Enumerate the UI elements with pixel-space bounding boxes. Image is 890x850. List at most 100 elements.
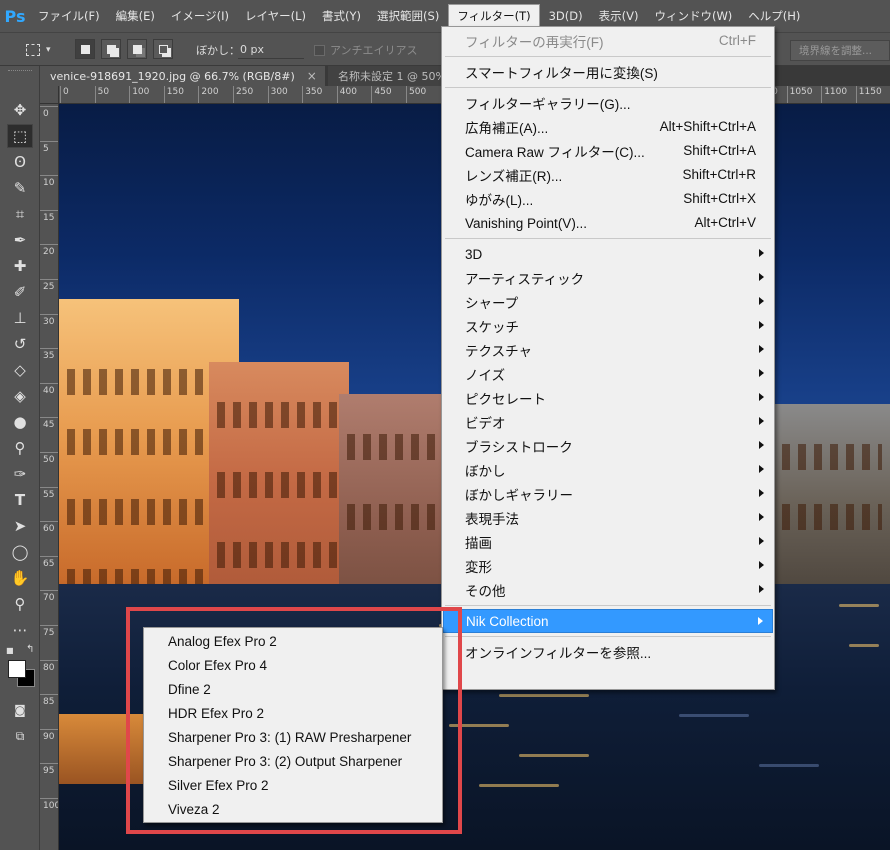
filter-menu-item[interactable]: レンズ補正(R)... Shift+Ctrl+R xyxy=(443,163,773,187)
quick-mask-icon[interactable]: ◙ xyxy=(7,698,33,722)
brush-tool-icon[interactable]: ✐ xyxy=(7,280,33,304)
blur-tool-icon[interactable]: ● xyxy=(7,410,33,434)
foreground-color-swatch[interactable] xyxy=(8,660,26,678)
nik-menu-item[interactable]: Silver Efex Pro 2 xyxy=(145,773,441,797)
document-tab-active[interactable]: venice-918691_1920.jpg @ 66.7% (RGB/8#) … xyxy=(40,66,325,86)
zoom-tool-icon[interactable]: ⚲ xyxy=(7,592,33,616)
eyedropper-tool-icon[interactable]: ✒ xyxy=(7,228,33,252)
menu-6[interactable]: フィルター(T) xyxy=(448,4,540,28)
ruler-tick-label: 250 xyxy=(236,87,254,97)
dodge-tool-icon[interactable]: ⚲ xyxy=(7,436,33,460)
nik-menu-item[interactable]: Sharpener Pro 3: (1) RAW Presharpener xyxy=(145,725,441,749)
paint-bucket-tool-icon[interactable]: ◈ xyxy=(7,384,33,408)
rect-marquee-preset-icon xyxy=(26,44,40,56)
more-tools-icon[interactable]: ⋯ xyxy=(7,618,33,642)
ellipse-tool-icon[interactable]: ◯ xyxy=(7,540,33,564)
ruler-tick-label: 80 xyxy=(43,662,55,673)
menu-4[interactable]: 書式(Y) xyxy=(314,0,369,32)
filter-menu-item[interactable]: 表現手法 xyxy=(443,506,773,530)
filter-menu-item[interactable]: 広角補正(A)... Alt+Shift+Ctrl+A xyxy=(443,115,773,139)
filter-menu-item[interactable]: Camera Raw フィルター(C)... Shift+Ctrl+A xyxy=(443,139,773,163)
crop-tool-icon[interactable]: ⌗ xyxy=(7,202,33,226)
menu-item-label: 広角補正(A)... xyxy=(465,121,549,136)
filter-menu-item-nik-collection[interactable]: Nik Collection xyxy=(443,609,773,633)
filter-menu-item[interactable]: 描画 xyxy=(443,530,773,554)
new-selection-button[interactable] xyxy=(75,39,95,59)
menu-item-label: フィルターの再実行(F) xyxy=(465,35,604,50)
move-tool-icon[interactable]: ✥ xyxy=(7,98,33,122)
filter-menu-item: フィルターの再実行(F) Ctrl+F xyxy=(443,29,773,53)
refine-edge-button[interactable]: 境界線を調整... xyxy=(790,40,890,61)
nik-menu-item[interactable]: Dfine 2 xyxy=(145,677,441,701)
marquee-tool-icon[interactable]: ⬚ xyxy=(7,124,33,148)
tool-preset-picker[interactable]: ▾ xyxy=(26,41,51,59)
antialias-checkbox[interactable] xyxy=(314,45,325,56)
menu-2[interactable]: イメージ(I) xyxy=(163,0,237,32)
quick-select-tool-icon[interactable]: ✎ xyxy=(7,176,33,200)
ruler-tick-label: 150 xyxy=(166,87,184,97)
submenu-arrow-icon xyxy=(759,489,764,497)
nik-menu-item[interactable]: HDR Efex Pro 2 xyxy=(145,701,441,725)
filter-menu-item[interactable]: オンラインフィルターを参照... xyxy=(443,640,773,664)
vertical-ruler[interactable]: 0 5 10 15 20 25 30 35 40 45 50 55 60 65 70 75 80 85 90 95 10… xyxy=(40,104,59,850)
filter-menu-item[interactable]: ゆがみ(L)... Shift+Ctrl+X xyxy=(443,187,773,211)
menu-separator xyxy=(445,636,771,637)
feather-input[interactable]: 0 px xyxy=(238,41,304,59)
filter-menu-item[interactable]: ノイズ xyxy=(443,362,773,386)
eraser-tool-icon[interactable]: ◇ xyxy=(7,358,33,382)
menu-3[interactable]: レイヤー(L) xyxy=(237,0,314,32)
nik-menu-item[interactable]: Viveza 2 xyxy=(145,797,441,821)
filter-menu-item[interactable]: ぼかし xyxy=(443,458,773,482)
ruler-origin[interactable] xyxy=(40,86,59,104)
healing-brush-tool-icon[interactable]: ✚ xyxy=(7,254,33,278)
close-icon[interactable]: × xyxy=(307,69,317,83)
menu-5[interactable]: 選択範囲(S) xyxy=(369,0,447,32)
swap-colors-icon[interactable]: ↰ xyxy=(26,644,34,655)
path-select-tool-icon[interactable]: ➤ xyxy=(7,514,33,538)
subtract-from-selection-button[interactable] xyxy=(127,39,147,59)
add-to-selection-button[interactable] xyxy=(101,39,121,59)
filter-menu-item[interactable]: スケッチ xyxy=(443,314,773,338)
menu-item-label: レンズ補正(R)... xyxy=(465,169,563,184)
clone-stamp-tool-icon[interactable]: ⊥ xyxy=(7,306,33,330)
ruler-tick xyxy=(40,106,58,107)
nik-menu-item[interactable]: Color Efex Pro 4 xyxy=(145,653,441,677)
submenu-arrow-icon xyxy=(759,297,764,305)
type-tool-icon[interactable]: T xyxy=(7,488,33,512)
filter-menu-item[interactable]: シャープ xyxy=(443,290,773,314)
filter-menu-item[interactable]: フィルターギャラリー(G)... xyxy=(443,91,773,115)
screen-mode-icon[interactable]: ⧉ xyxy=(7,724,33,748)
menu-item-shortcut: Alt+Ctrl+V xyxy=(694,215,756,230)
ruler-tick-label: 10 xyxy=(43,178,55,189)
menu-item-label: シャープ xyxy=(465,296,519,311)
panel-grip[interactable] xyxy=(8,70,32,72)
document-tab-untitled[interactable]: 名称未設定 1 @ 50% xyxy=(328,66,458,86)
intersect-selection-button[interactable] xyxy=(153,39,173,59)
filter-menu-item[interactable]: ブラシストローク xyxy=(443,434,773,458)
filter-menu-item[interactable]: スマートフィルター用に変換(S) xyxy=(443,60,773,84)
filter-menu-item[interactable]: 変形 xyxy=(443,554,773,578)
filter-menu-item[interactable]: Vanishing Point(V)... Alt+Ctrl+V xyxy=(443,211,773,235)
nik-menu-item[interactable]: Analog Efex Pro 2 xyxy=(145,629,441,653)
nik-menu-item[interactable]: Sharpener Pro 3: (2) Output Sharpener xyxy=(145,749,441,773)
hand-tool-icon[interactable]: ✋ xyxy=(7,566,33,590)
pen-tool-icon[interactable]: ✑ xyxy=(7,462,33,486)
menu-1[interactable]: 編集(E) xyxy=(108,0,163,32)
filter-menu-item[interactable]: テクスチャ xyxy=(443,338,773,362)
default-colors-icon[interactable]: ■ xyxy=(6,646,16,656)
lasso-tool-icon[interactable]: ʘ xyxy=(7,150,33,174)
filter-menu-item[interactable]: アーティスティック xyxy=(443,266,773,290)
submenu-arrow-icon xyxy=(759,513,764,521)
filter-menu-item[interactable]: ビデオ xyxy=(443,410,773,434)
submenu-arrow-icon xyxy=(758,617,763,625)
add-selection-icon xyxy=(106,44,116,54)
history-brush-tool-icon[interactable]: ↺ xyxy=(7,332,33,356)
filter-menu-item[interactable]: ピクセレート xyxy=(443,386,773,410)
filter-menu-item[interactable]: ぼかしギャラリー xyxy=(443,482,773,506)
ruler-tick-label: 55 xyxy=(43,489,55,500)
ruler-tick-label: 100 xyxy=(43,801,59,811)
filter-menu-item[interactable]: その他 xyxy=(443,578,773,602)
ruler-tick-label: 30 xyxy=(43,316,55,327)
menu-0[interactable]: ファイル(F) xyxy=(30,0,108,32)
filter-menu-item[interactable]: 3D xyxy=(443,242,773,266)
